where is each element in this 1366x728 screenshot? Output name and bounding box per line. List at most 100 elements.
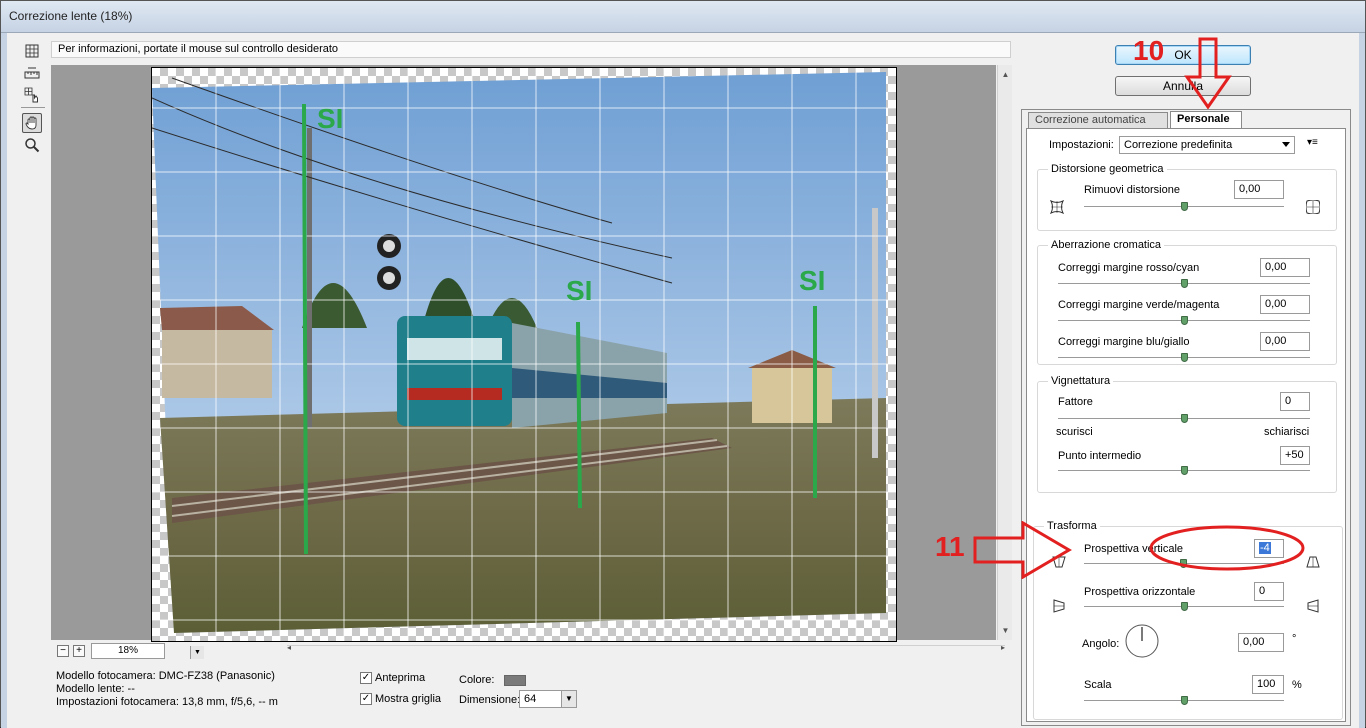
dialog-content: Per informazioni, portate il mouse sul c… [7,33,1359,728]
green-magenta-slider[interactable] [1058,316,1310,325]
red-cyan-value: 0,00 [1265,261,1287,273]
horizontal-perspective-slider[interactable] [1084,602,1284,611]
grid-size-select[interactable]: 64 ▼ [519,690,577,708]
slider-thumb[interactable] [1181,202,1188,211]
tab-custom-label: Personale [1177,113,1230,125]
remove-distortion-input[interactable]: 0,00 [1234,180,1284,199]
grid-color-swatch[interactable] [504,675,526,686]
camera-model: Modello fotocamera: DMC-FZ38 (Panasonic) [56,670,275,682]
amount-value: 0 [1285,395,1292,407]
chevron-down-icon[interactable] [1282,142,1290,147]
chromatic-title: Aberrazione cromatica [1048,239,1165,251]
settings-menu-icon[interactable]: ▾≡ [1307,137,1318,148]
lens-correction-dialog: Correzione lente (18%) Per informazioni,… [0,0,1366,728]
preview-label: Anteprima [375,672,426,684]
scroll-up-icon[interactable]: ▲ [998,67,1013,82]
remove-distortion-slider[interactable] [1084,202,1284,211]
scale-unit: % [1292,679,1302,691]
angle-value: 0,00 [1243,636,1265,648]
horizontal-perspective-left-icon [1053,599,1065,613]
scroll-down-icon[interactable]: ▼ [998,623,1013,638]
preview-checkbox[interactable]: ✓ Anteprima [360,672,425,684]
green-magenta-label: Correggi margine verde/magenta [1058,299,1220,311]
scale-slider[interactable] [1084,696,1284,705]
blue-yellow-input[interactable]: 0,00 [1260,332,1310,351]
slider-thumb[interactable] [1181,466,1188,475]
preview-horizontal-scrollbar[interactable]: ◂ ▸ [287,643,1005,657]
midpoint-value: +50 [1285,449,1304,461]
slider-thumb[interactable] [1181,414,1188,423]
grid-check-icon[interactable]: ✓ [360,693,372,705]
show-grid-checkbox[interactable]: ✓ Mostra griglia [360,693,441,705]
angle-label: Angolo: [1082,638,1120,650]
annotation-si-1: SI [317,103,343,134]
preview-area[interactable]: SI SI SI [51,65,996,642]
zoom-level-select[interactable]: 18% ▼ [91,643,204,659]
zoom-in-button[interactable]: + [73,645,85,657]
size-label: Dimensione: [459,694,521,706]
vignette-title: Vignettatura [1048,375,1114,387]
red-cyan-slider[interactable] [1058,279,1310,288]
tab-auto-label: Correzione automatica [1035,114,1146,126]
highlight-ellipse-icon [1149,525,1305,571]
barrel-icon [1306,200,1320,214]
chevron-down-icon[interactable]: ▼ [561,691,576,707]
title-bar: Correzione lente (18%) [1,1,1365,33]
blue-yellow-slider[interactable] [1058,353,1310,362]
green-magenta-input[interactable]: 0,00 [1260,295,1310,314]
preview-check-icon[interactable]: ✓ [360,672,372,684]
lighten-label: schiarisci [1264,426,1310,438]
amount-input[interactable]: 0 [1280,392,1310,411]
show-grid-label: Mostra griglia [375,693,442,705]
pincushion-icon [1050,200,1064,214]
blue-yellow-label: Correggi margine blu/giallo [1058,336,1190,348]
color-label: Colore: [459,674,495,686]
settings-value: Correzione predefinita [1124,139,1233,151]
settings-select[interactable]: Correzione predefinita [1119,136,1295,154]
info-text: Per informazioni, portate il mouse sul c… [58,43,339,55]
horizontal-perspective-input[interactable]: 0 [1254,582,1284,601]
scale-value: 100 [1257,678,1276,690]
tab-auto-correction[interactable]: Correzione automatica [1028,112,1168,128]
darken-label: scurisci [1056,426,1093,438]
slider-thumb[interactable] [1181,353,1188,362]
remove-distortion-label: Rimuovi distorsione [1084,184,1180,196]
geometric-title: Distorsione geometrica [1048,163,1167,175]
scale-input[interactable]: 100 [1252,675,1284,694]
scale-label: Scala [1084,679,1112,691]
down-arrow-annotation-icon [1184,37,1232,109]
midpoint-input[interactable]: +50 [1280,446,1310,465]
camera-settings: Impostazioni fotocamera: 13,8 mm, f/5,6,… [56,696,278,708]
slider-thumb[interactable] [1181,279,1188,288]
preview-image: SI SI SI [152,68,896,641]
slider-thumb[interactable] [1181,316,1188,325]
settings-label: Impostazioni: [1049,139,1114,151]
preview-canvas[interactable]: SI SI SI [151,67,897,642]
remove-distortion-value: 0,00 [1239,183,1261,195]
blue-yellow-value: 0,00 [1265,335,1287,347]
right-arrow-annotation-icon [973,521,1072,579]
hand-tool-icon[interactable] [22,113,42,133]
remove-distortion-tool-icon[interactable] [22,41,42,61]
slider-thumb[interactable] [1181,602,1188,611]
scroll-right-icon[interactable]: ▸ [1001,643,1005,652]
move-grid-tool-icon[interactable] [22,85,42,105]
angle-dial-icon[interactable] [1124,623,1160,659]
chevron-down-icon[interactable]: ▼ [190,646,204,659]
scroll-left-icon[interactable]: ◂ [287,643,291,652]
straighten-tool-icon[interactable] [22,63,42,83]
midpoint-slider[interactable] [1058,466,1310,475]
step-11-label: 11 [935,531,965,562]
amount-slider[interactable] [1058,414,1310,423]
angle-input[interactable]: 0,00 [1238,633,1284,652]
tab-custom[interactable]: Personale [1170,111,1242,128]
camera-info: Modello fotocamera: DMC-FZ38 (Panasonic)… [56,670,278,709]
zoom-out-button[interactable]: − [57,645,69,657]
red-cyan-input[interactable]: 0,00 [1260,258,1310,277]
amount-label: Fattore [1058,396,1093,408]
settings-panel: Correzione automatica Personale Impostaz… [1021,109,1351,726]
zoom-tool-icon[interactable] [22,135,42,155]
lens-model: Modello lente: -- [56,683,135,695]
slider-thumb[interactable] [1181,696,1188,705]
midpoint-label: Punto intermedio [1058,450,1142,462]
